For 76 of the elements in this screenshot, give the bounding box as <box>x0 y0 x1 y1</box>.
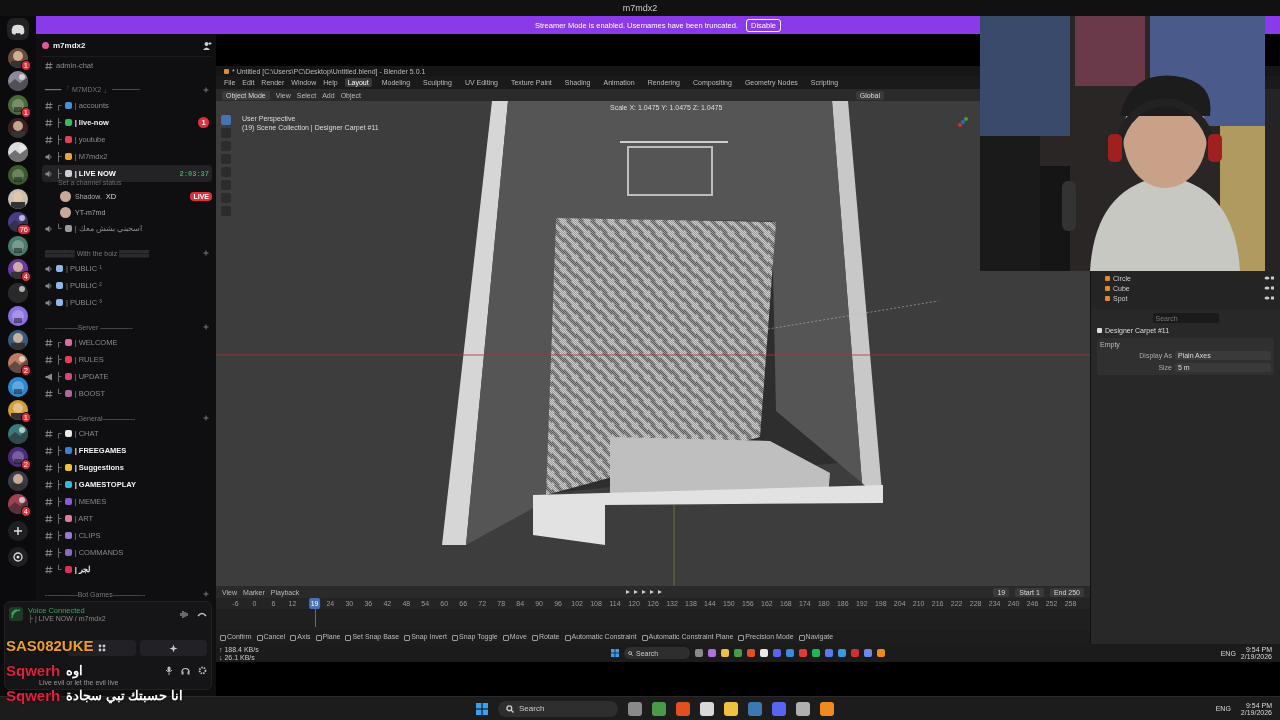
add-server-button[interactable] <box>8 520 28 541</box>
hash-icon <box>45 565 53 574</box>
headphones-icon[interactable] <box>181 666 190 675</box>
hash-icon <box>45 463 53 472</box>
speaker-icon <box>45 298 53 307</box>
window-title: m7mdx2 <box>622 3 658 13</box>
hash-icon <box>45 446 53 455</box>
app-icon[interactable] <box>820 701 834 716</box>
server-name[interactable]: m7mdx2 <box>53 40 86 50</box>
server-icon[interactable] <box>8 188 28 209</box>
discord-icon <box>11 23 25 35</box>
hash-icon <box>45 118 53 127</box>
chat-message: انا حسبتك تبي سجادة <box>66 688 184 703</box>
hash-icon <box>45 355 53 364</box>
server-icon[interactable] <box>8 235 28 256</box>
app-icon[interactable] <box>724 701 738 716</box>
waveform-icon[interactable] <box>180 609 189 619</box>
plus-icon[interactable] <box>203 324 209 330</box>
sparkle-icon <box>168 643 178 653</box>
chat-message: اوه <box>66 663 84 678</box>
hash-icon <box>45 480 53 489</box>
hash-icon <box>45 514 53 523</box>
app-icon[interactable] <box>796 701 810 716</box>
hash-icon <box>45 497 53 506</box>
axis-gizmo-icon[interactable] <box>956 115 970 129</box>
hash-icon <box>45 101 53 110</box>
hash-icon <box>45 429 53 438</box>
server-icon[interactable] <box>8 71 28 91</box>
plus-icon[interactable] <box>203 87 209 93</box>
settings-icon[interactable] <box>198 666 207 675</box>
plus-icon[interactable] <box>203 591 209 597</box>
compass-icon <box>13 552 23 562</box>
server-icon[interactable] <box>8 141 28 162</box>
hash-icon <box>45 135 53 144</box>
grid-icon <box>98 644 106 652</box>
server-icon[interactable] <box>8 470 28 491</box>
start-icon[interactable] <box>611 649 619 657</box>
chat-username: Sqwerh <box>6 688 61 703</box>
speaker-icon <box>45 224 53 233</box>
timeline-track[interactable] <box>216 609 1090 630</box>
eye-icon[interactable] <box>1264 296 1274 300</box>
speaker-icon <box>45 281 53 290</box>
hash-icon <box>45 389 53 398</box>
signal-icon <box>9 607 23 621</box>
eye-icon[interactable] <box>1264 286 1274 290</box>
speaker-icon <box>45 169 53 178</box>
plus-icon[interactable] <box>203 415 209 421</box>
hash-icon <box>45 61 53 70</box>
server-icon[interactable] <box>8 329 28 350</box>
server-icon[interactable] <box>8 423 28 444</box>
megaphone-icon <box>45 372 53 381</box>
server-icon[interactable] <box>8 376 28 397</box>
hash-icon <box>45 531 53 540</box>
search-icon <box>628 650 633 656</box>
search-icon <box>506 704 514 713</box>
server-icon[interactable] <box>8 118 28 138</box>
app-icon[interactable] <box>628 701 642 716</box>
eye-icon[interactable] <box>1264 276 1274 280</box>
chat-username: SAS082UKE <box>6 638 94 653</box>
hash-icon <box>45 548 53 557</box>
add-member-icon[interactable] <box>203 40 212 50</box>
hash-icon <box>45 338 53 347</box>
plus-icon <box>13 525 23 536</box>
discover-button[interactable] <box>8 547 28 567</box>
microphone-icon[interactable] <box>165 666 173 675</box>
start-icon[interactable] <box>476 702 488 715</box>
app-icon[interactable] <box>652 701 666 716</box>
plus-icon[interactable] <box>203 250 209 256</box>
server-icon <box>42 41 49 49</box>
app-icon[interactable] <box>760 649 768 657</box>
app-icon[interactable] <box>700 701 714 716</box>
home-button[interactable] <box>7 18 29 40</box>
search-field[interactable]: Search <box>498 700 618 717</box>
speaker-icon <box>45 152 53 161</box>
speaker-icon <box>45 264 53 273</box>
server-icon[interactable] <box>8 306 28 326</box>
